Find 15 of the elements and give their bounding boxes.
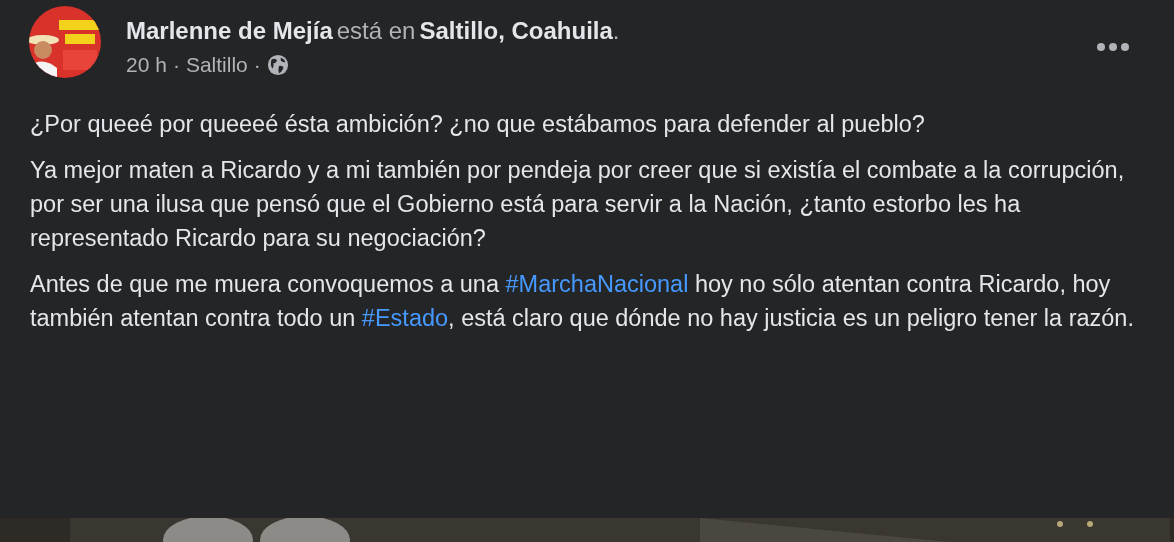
post-paragraph: Ya mejor maten a Ricardo y a mi también por pendeja por creer que si existía el combate a la corrupción, por ser una ilusa que pensó que el Gobierno está para servir a la Nación, ¿tanto estorbo les ha representado Ricardo para su negociación? bbox=[30, 156, 1126, 253]
location-label: Saltillo bbox=[185, 52, 248, 78]
post-paragraph: ¿Por queeé por queeeé ésta ambición? ¿no que estábamos para defender al pueblo? bbox=[30, 110, 926, 139]
author-name[interactable]: Marlenne de Mejía bbox=[126, 17, 333, 44]
globe-icon[interactable] bbox=[266, 54, 289, 76]
post-paragraph: Antes de que me muera convoquemos a una #MarchaNacional hoy no sólo atentan contra Ricardo, hoy también atentan contra todo un #Estado, está claro que dónde no hay justicia es un peligro tener la razón. bbox=[30, 270, 1135, 333]
post-time[interactable]: 20 h bbox=[126, 52, 167, 78]
separator: · bbox=[172, 52, 180, 78]
place-link[interactable]: Saltillo, Coahuila bbox=[419, 17, 613, 44]
period: . bbox=[612, 17, 620, 44]
separator: · bbox=[253, 52, 261, 78]
location-connector: está en bbox=[336, 17, 416, 44]
hashtag-link[interactable]: #MarchaNacional bbox=[505, 271, 689, 297]
more-options-icon[interactable] bbox=[1096, 42, 1130, 52]
hashtag-link[interactable]: #Estado bbox=[361, 305, 449, 331]
